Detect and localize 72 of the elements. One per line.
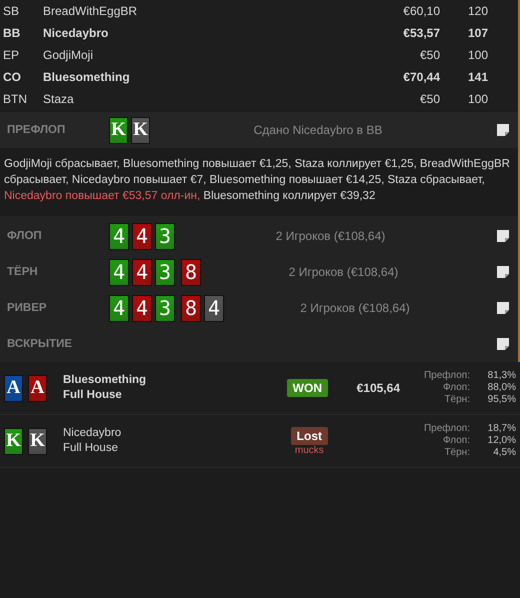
playing-card: 4 (109, 222, 129, 250)
equity-value: 81,3% (486, 370, 516, 382)
street-label: РИВЕР (7, 302, 48, 314)
hand-rank: Full House (63, 441, 119, 456)
big-blinds-count: 100 (466, 92, 488, 106)
muck-note: mucks (294, 444, 324, 456)
deal-info: Сдано Nicedaybro в BB (254, 123, 382, 137)
playing-card: 8 (181, 294, 201, 322)
playing-card: 4 (132, 258, 152, 286)
equity-value: 88,0% (486, 382, 516, 394)
playing-card: 4 (132, 294, 152, 322)
note-icon[interactable] (496, 301, 510, 315)
street-label: ПРЕФЛОП (7, 124, 66, 136)
playing-card: K (109, 116, 128, 144)
stack-amount: €50 (418, 48, 440, 62)
note-icon[interactable] (496, 265, 510, 279)
position-label: BB (3, 26, 22, 40)
result-badge: Lost (290, 426, 328, 444)
street-label: ФЛОП (7, 230, 43, 242)
playing-card: K (28, 428, 47, 454)
playing-card: 4 (109, 294, 129, 322)
big-blinds-count: 141 (466, 70, 488, 84)
position-label: BTN (3, 92, 28, 106)
playing-card: 4 (132, 222, 152, 250)
street-label: ВСКРЫТИЕ (7, 338, 74, 350)
big-blinds-count: 100 (466, 48, 488, 62)
playing-card: 4 (204, 294, 224, 322)
equity-street: Тёрн: (443, 447, 470, 459)
playing-card: 3 (155, 294, 175, 322)
note-icon[interactable] (496, 229, 510, 243)
pot-info: 2 Игроков (€108,64) (276, 229, 386, 243)
player-name: Bluesomething (63, 373, 148, 388)
equity-value: 4,5% (492, 447, 516, 459)
playing-card: 4 (109, 258, 129, 286)
result-badge: WON (286, 379, 328, 397)
player-name: Staza (43, 92, 75, 106)
pot-info: 2 Игроков (€108,64) (288, 265, 398, 279)
note-icon[interactable] (496, 123, 510, 137)
equity-value: 95,5% (486, 394, 516, 406)
player-name: Nicedaybro (43, 26, 110, 40)
equity-value: 18,7% (486, 423, 516, 435)
player-name: BreadWithEggBR (43, 4, 138, 18)
equity-street: Префлоп: (422, 423, 470, 435)
playing-card: 3 (155, 258, 175, 286)
big-blinds-count: 120 (466, 4, 488, 18)
stack-amount: €53,57 (402, 26, 440, 40)
equity-street: Префлоп: (422, 370, 470, 382)
pot-info: 2 Игроков (€108,64) (300, 301, 410, 315)
playing-card: 8 (181, 258, 201, 286)
player-name: GodjiMoji (43, 48, 94, 62)
player-name: Bluesomething (43, 70, 131, 84)
playing-card: K (131, 116, 150, 144)
position-label: CO (3, 70, 22, 84)
playing-card: A (4, 374, 23, 402)
stack-amount: €50 (418, 92, 440, 106)
position-label: SB (3, 4, 20, 18)
stack-amount: €70,44 (402, 70, 440, 84)
equity-value: 12,0% (486, 435, 516, 447)
player-name: Nicedaybro (63, 426, 122, 441)
stack-amount: €60,10 (402, 4, 440, 18)
playing-card: K (4, 428, 23, 454)
note-icon[interactable] (496, 337, 510, 351)
big-blinds-count: 107 (466, 26, 488, 40)
playing-card: A (28, 374, 47, 402)
hand-rank: Full House (63, 388, 123, 403)
equity-street: Тёрн: (443, 394, 470, 406)
equity-street: Флоп: (442, 435, 470, 447)
street-label: ТЁРН (7, 266, 39, 278)
playing-card: 3 (155, 222, 175, 250)
position-label: EP (3, 48, 20, 62)
equity-street: Флоп: (442, 382, 470, 394)
won-amount: €105,64 (356, 381, 400, 395)
